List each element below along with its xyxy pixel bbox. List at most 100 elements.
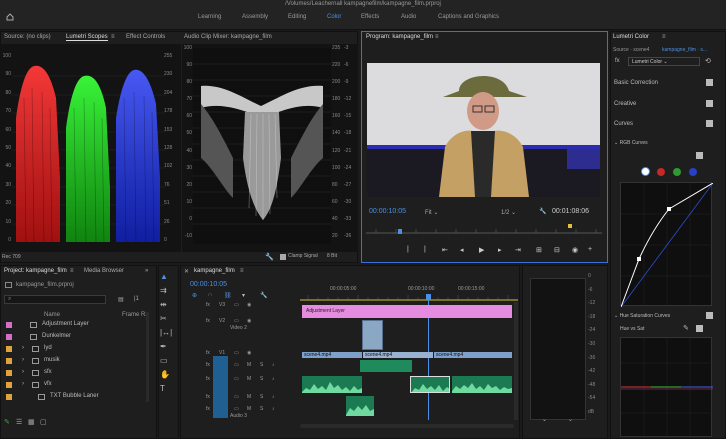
hue-vs-sat-checkbox[interactable] <box>696 325 703 332</box>
track-header-v2[interactable]: fx V2 ▭ ◉ Video 2 <box>200 318 298 331</box>
eye-icon[interactable]: ◉ <box>247 302 251 308</box>
label-color-swatch[interactable] <box>6 370 12 376</box>
tab-audio-clip-mixer[interactable]: Audio Clip Mixer: kampagne_film <box>184 34 272 40</box>
solo-right-icon[interactable]: ⌄ <box>568 416 573 423</box>
track-header-v3[interactable]: fx V3 ▭ ◉ <box>200 302 298 314</box>
hue-sat-checkbox[interactable] <box>706 312 713 319</box>
workspace-tab-audio[interactable]: Audio <box>401 14 416 20</box>
solo-left-icon[interactable]: ⌄ <box>542 416 547 423</box>
pencil-icon[interactable]: ✎ <box>4 418 10 426</box>
razor-icon[interactable]: ✂ <box>160 314 176 328</box>
label-color-swatch[interactable] <box>6 358 12 364</box>
label-color-swatch[interactable] <box>6 346 12 352</box>
mute-icon[interactable]: M <box>247 394 251 400</box>
workspace-tab-effects[interactable]: Effects <box>361 14 379 20</box>
solo-icon[interactable]: S <box>260 406 263 412</box>
a1-clip[interactable] <box>360 360 412 372</box>
track-fx-icon[interactable]: fx <box>206 318 210 324</box>
extract-icon[interactable]: ⊟ <box>554 246 560 254</box>
mute-icon[interactable]: M <box>247 376 251 382</box>
section-basic-correction[interactable]: Basic Correction <box>614 80 658 86</box>
timeline-menu-icon[interactable]: ≡ <box>240 268 244 274</box>
list-view-icon[interactable]: |1 <box>134 296 139 302</box>
tab-project[interactable]: Project: kampagne_film <box>4 268 67 274</box>
workspace-tab-color[interactable]: Color <box>327 14 341 20</box>
track-lock-icon[interactable]: ▭ <box>234 394 239 400</box>
solo-icon[interactable]: S <box>260 394 263 400</box>
project-item[interactable]: TXT Bubble Laner <box>0 392 150 403</box>
settings-wrench-icon[interactable]: 🔧 <box>539 208 546 215</box>
add-button-icon[interactable]: + <box>588 246 592 253</box>
a4-clip[interactable] <box>346 396 374 416</box>
program-timecode[interactable]: 00:00:10:05 <box>369 208 406 215</box>
linked-icon[interactable]: ⛓ <box>224 292 232 299</box>
timeline-vscrollbar[interactable] <box>514 302 518 420</box>
play-icon[interactable]: ▶ <box>479 246 484 254</box>
mark-out-icon[interactable]: | <box>424 246 426 253</box>
clamp-checkbox[interactable] <box>280 254 286 260</box>
eyedropper-icon[interactable]: ✎ <box>683 324 689 332</box>
col-frame-rate[interactable]: Frame Ra <box>122 312 149 318</box>
timeline-close-icon[interactable]: ✕ <box>184 268 189 275</box>
track-fx-icon[interactable]: fx <box>206 362 210 368</box>
v2-clip[interactable] <box>362 320 383 350</box>
freeform-icon[interactable]: ▢ <box>40 418 47 426</box>
rgb-curves-checkbox[interactable] <box>696 152 703 159</box>
rgb-curve-graph[interactable] <box>620 182 713 307</box>
slip-icon[interactable]: |↔| <box>160 328 176 342</box>
expand-chevron-icon[interactable]: › <box>22 357 24 363</box>
effect-dropdown[interactable]: Lumetri Color ⌄ <box>628 57 700 66</box>
go-to-in-icon[interactable]: ⇤ <box>442 246 448 254</box>
step-back-icon[interactable]: ◂ <box>460 246 464 254</box>
hand-icon[interactable]: ✋ <box>160 370 176 384</box>
track-lock-icon[interactable]: ▭ <box>234 302 239 308</box>
expand-chevron-icon[interactable]: › <box>22 369 24 375</box>
program-menu-icon[interactable]: ≡ <box>435 34 439 40</box>
project-menu-icon[interactable]: ≡ <box>70 268 74 274</box>
export-frame-icon[interactable]: ◉ <box>572 246 578 254</box>
lumetri-tab[interactable]: Lumetri Color <box>613 34 649 40</box>
track-lock-icon[interactable]: ▭ <box>234 350 239 356</box>
channel-luma-icon[interactable] <box>641 167 650 176</box>
curves-checkbox[interactable] <box>706 120 713 127</box>
tab-lumetri-scopes[interactable]: Lumetri Scopes <box>66 34 108 41</box>
selection-tool-icon[interactable]: ▲ <box>160 272 176 286</box>
track-lock-icon[interactable]: ▭ <box>234 406 239 412</box>
creative-checkbox[interactable] <box>706 100 713 107</box>
project-scrollbar[interactable] <box>146 312 149 402</box>
bit-depth[interactable]: 8 Bit <box>327 253 337 259</box>
lumetri-source[interactable]: Source · scene4 <box>613 47 649 53</box>
adjustment-layer-clip[interactable]: Adjustment Layer <box>302 305 512 318</box>
insert-icon[interactable]: ⊕ <box>192 292 197 299</box>
project-item[interactable]: › vfx <box>0 380 150 391</box>
marker-icon[interactable]: ▾ <box>242 292 245 299</box>
grid-icon[interactable]: ▦ <box>28 418 35 426</box>
track-lock-icon[interactable]: ▭ <box>234 362 239 368</box>
go-to-out-icon[interactable]: ⇥ <box>515 246 521 254</box>
snap-icon[interactable]: ∩ <box>208 292 212 298</box>
channel-red-icon[interactable] <box>657 168 665 176</box>
track-id[interactable]: V2 <box>219 318 225 324</box>
tab-source[interactable]: Source: (no clips) <box>4 34 51 40</box>
program-title[interactable]: Program: kampagne_film <box>366 34 433 40</box>
mic-icon[interactable]: ♪ <box>272 376 275 382</box>
track-lock-icon[interactable]: ▭ <box>234 376 239 382</box>
timeline-ruler[interactable]: 00:00:05:00 00:00:10:00 00:00:15:00 <box>300 283 518 301</box>
type-icon[interactable]: T <box>160 384 176 398</box>
new-bin-icon[interactable]: ▤ <box>118 296 124 303</box>
tab-effect-controls[interactable]: Effect Controls <box>126 34 165 40</box>
lumetri-target[interactable]: kampagne_film · s... <box>662 47 707 53</box>
label-color-swatch[interactable] <box>6 394 12 400</box>
rectangle-icon[interactable]: ▭ <box>160 356 176 370</box>
workspace-tab-editing[interactable]: Editing <box>288 14 306 20</box>
project-search-input[interactable]: ⌕ <box>4 295 106 304</box>
workspace-tab-learning[interactable]: Learning <box>198 14 221 20</box>
v1-clip-b[interactable]: scene4.mp4 <box>363 352 433 358</box>
project-item[interactable]: Adjustment Layer <box>0 320 150 331</box>
menu-icon[interactable]: ≡ <box>111 34 115 40</box>
eye-icon[interactable]: ◉ <box>247 318 251 324</box>
lumetri-menu-icon[interactable]: ≡ <box>662 34 666 40</box>
program-scrubber[interactable] <box>366 223 602 237</box>
home-icon[interactable] <box>6 13 14 21</box>
eye-icon[interactable]: ◉ <box>247 350 251 356</box>
